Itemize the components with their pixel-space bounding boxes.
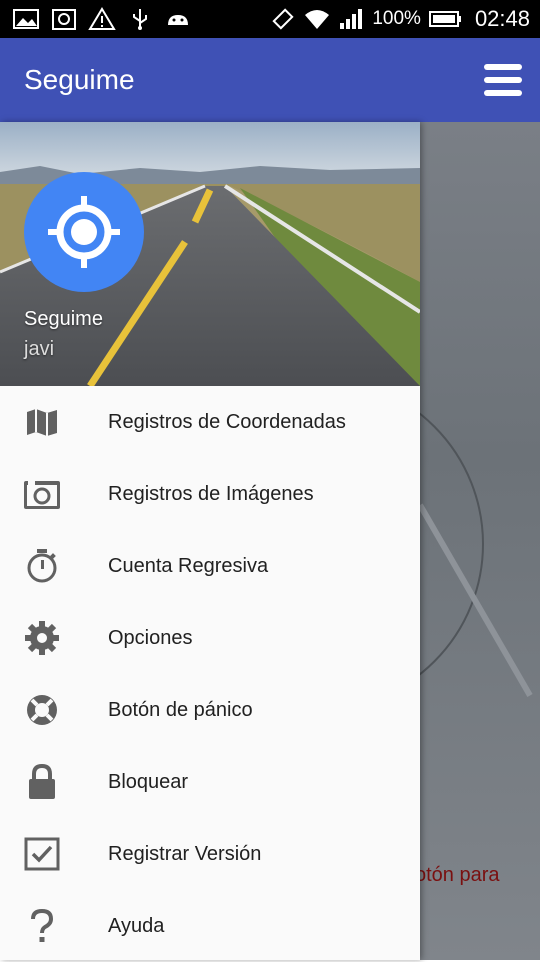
- menu-item-label: Opciones: [108, 626, 193, 649]
- menu-item-boton-panico[interactable]: Botón de pánico: [0, 674, 420, 746]
- menu-item-label: Cuenta Regresiva: [108, 554, 269, 577]
- wifi-icon: [305, 10, 330, 29]
- menu-item-bloquear[interactable]: Bloquear: [0, 746, 420, 818]
- usb-icon: [133, 9, 147, 30]
- map-icon: [22, 402, 62, 442]
- toolbar-title: Seguime: [24, 64, 135, 95]
- warning-icon: [88, 7, 116, 30]
- header-user-name: javi: [24, 338, 55, 360]
- image-icon: [13, 9, 39, 29]
- menu-item-label: Bloquear: [108, 770, 189, 793]
- menu-item-label: Registrar Versión: [108, 842, 262, 865]
- lock-icon: [22, 762, 62, 802]
- menu-button[interactable]: [484, 64, 522, 96]
- menu-item-registrar-version[interactable]: Registrar Versión: [0, 818, 420, 890]
- avatar[interactable]: [24, 172, 144, 292]
- camera-icon: [22, 474, 62, 514]
- help-icon: [22, 906, 62, 946]
- timer-icon: [22, 546, 62, 586]
- menu-item-registros-coordenadas[interactable]: Registros de Coordenadas: [0, 386, 420, 458]
- navigation-drawer: Seguime javi Registros de Coordenadas Re…: [0, 122, 420, 960]
- menu-item-label: Registros de Imágenes: [108, 482, 314, 505]
- menu-item-label: Registros de Coordenadas: [108, 410, 346, 433]
- drawer-menu: Registros de Coordenadas Registros de Im…: [0, 386, 420, 962]
- menu-item-opciones[interactable]: Opciones: [0, 602, 420, 674]
- menu-item-ayuda[interactable]: Ayuda: [0, 890, 420, 962]
- background-text: otón para: [415, 864, 500, 886]
- app-toolbar: Seguime: [0, 38, 540, 122]
- lifebuoy-icon: [22, 690, 62, 730]
- signal-icon: [340, 9, 363, 29]
- checkbox-icon: [22, 834, 62, 874]
- drawer-header: Seguime javi: [0, 122, 420, 386]
- vpn-icon: [52, 9, 76, 30]
- battery-percentage: 100%: [372, 8, 421, 29]
- menu-item-label: Ayuda: [108, 914, 165, 937]
- menu-item-label: Botón de pánico: [108, 698, 253, 721]
- menu-item-registros-imagenes[interactable]: Registros de Imágenes: [0, 458, 420, 530]
- gps-target-icon: [48, 196, 120, 268]
- menu-item-cuenta-regresiva[interactable]: Cuenta Regresiva: [0, 530, 420, 602]
- clock: 02:48: [474, 6, 530, 31]
- android-icon: [168, 15, 188, 25]
- gear-icon: [22, 618, 62, 658]
- menu-icon: [484, 64, 522, 70]
- vibrate-icon: [272, 8, 294, 30]
- battery-icon: [428, 11, 461, 27]
- header-app-name: Seguime: [24, 308, 103, 330]
- status-bar: 100% 02:48: [0, 0, 540, 38]
